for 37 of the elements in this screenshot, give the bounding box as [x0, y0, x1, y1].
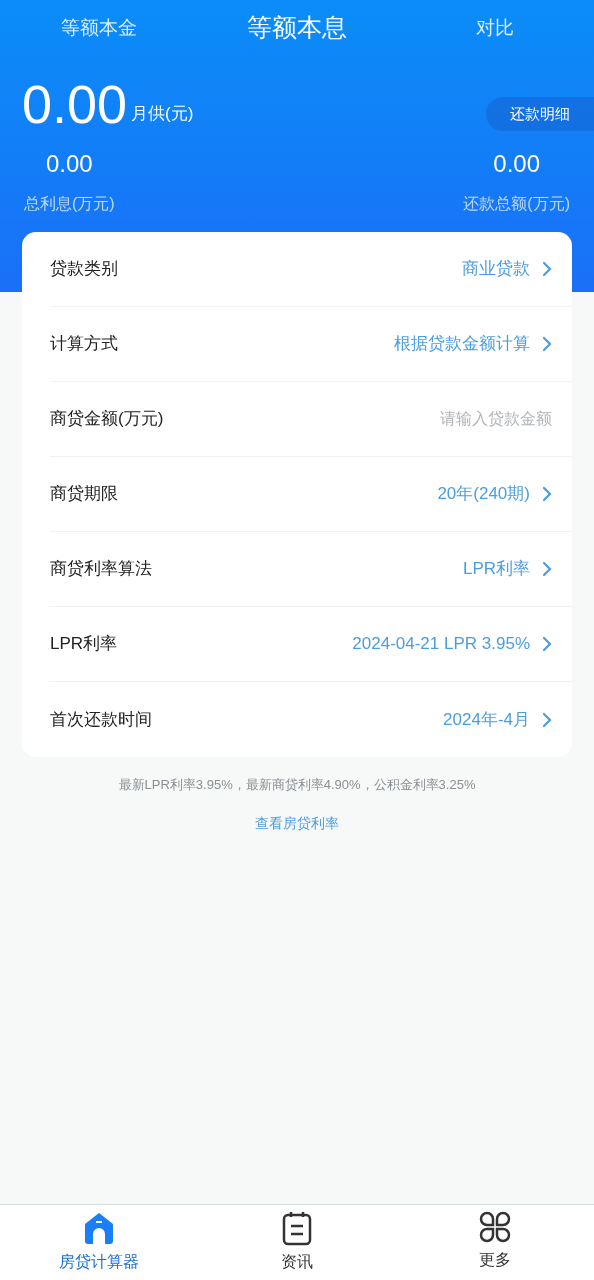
chevron-right-icon — [542, 711, 552, 728]
form-label: 首次还款时间 — [50, 708, 152, 731]
form-label: 计算方式 — [50, 333, 118, 356]
form-label: LPR利率 — [50, 633, 118, 656]
total-repayment-label: 还款总额(万元) — [463, 194, 570, 214]
chevron-right-icon — [542, 486, 552, 502]
loan-amount-field[interactable]: 请输入贷款金额 — [332, 407, 552, 431]
total-repayment-value: 0.00 — [493, 149, 541, 179]
tab[interactable]: 等额本金 — [0, 13, 198, 43]
form-label: 商贷利率算法 — [50, 558, 152, 581]
monthly-unit: 月供(元) — [131, 103, 194, 126]
nav-item[interactable]: 更多 — [396, 1205, 594, 1280]
rate-link[interactable]: 查看房贷利率 — [255, 812, 339, 834]
form-label: 贷款类别 — [50, 258, 118, 281]
form-select[interactable]: LPR利率 — [462, 556, 552, 582]
tab[interactable]: 等额本息 — [198, 9, 396, 47]
chevron-right-icon — [542, 561, 552, 577]
form-select[interactable]: 根据贷款金额计算 — [394, 331, 552, 357]
chevron-right-icon — [542, 636, 552, 652]
repayment-detail-button[interactable]: 还款明细 — [486, 97, 594, 131]
form-select[interactable]: 商业贷款 — [462, 256, 552, 282]
total-interest-value: 0.00 — [45, 149, 93, 179]
form-label: 商贷金额(万元) — [50, 408, 164, 431]
form-label: 商贷期限 — [50, 483, 118, 506]
tab[interactable]: 对比 — [396, 13, 594, 43]
nav-item[interactable]: 资讯 — [198, 1205, 396, 1280]
notepad-icon — [281, 1210, 313, 1246]
total-interest-label: 总利息(万元) — [24, 194, 115, 214]
chevron-right-icon — [542, 336, 552, 352]
clover-icon — [478, 1210, 512, 1244]
form-select[interactable]: 2024-04-21 LPR 3.95% — [352, 631, 552, 657]
form-select[interactable]: 20年(240期) — [437, 481, 552, 507]
monthly-payment: 0.00 — [22, 77, 128, 131]
nav-item[interactable]: 房贷计算器 — [0, 1205, 198, 1280]
rate-note: 最新LPR利率3.95%，最新商贷利率4.90%，公积金利率3.25% — [118, 776, 476, 794]
chevron-right-icon — [542, 261, 552, 277]
form-select[interactable]: 2024年-4月 — [443, 706, 552, 733]
